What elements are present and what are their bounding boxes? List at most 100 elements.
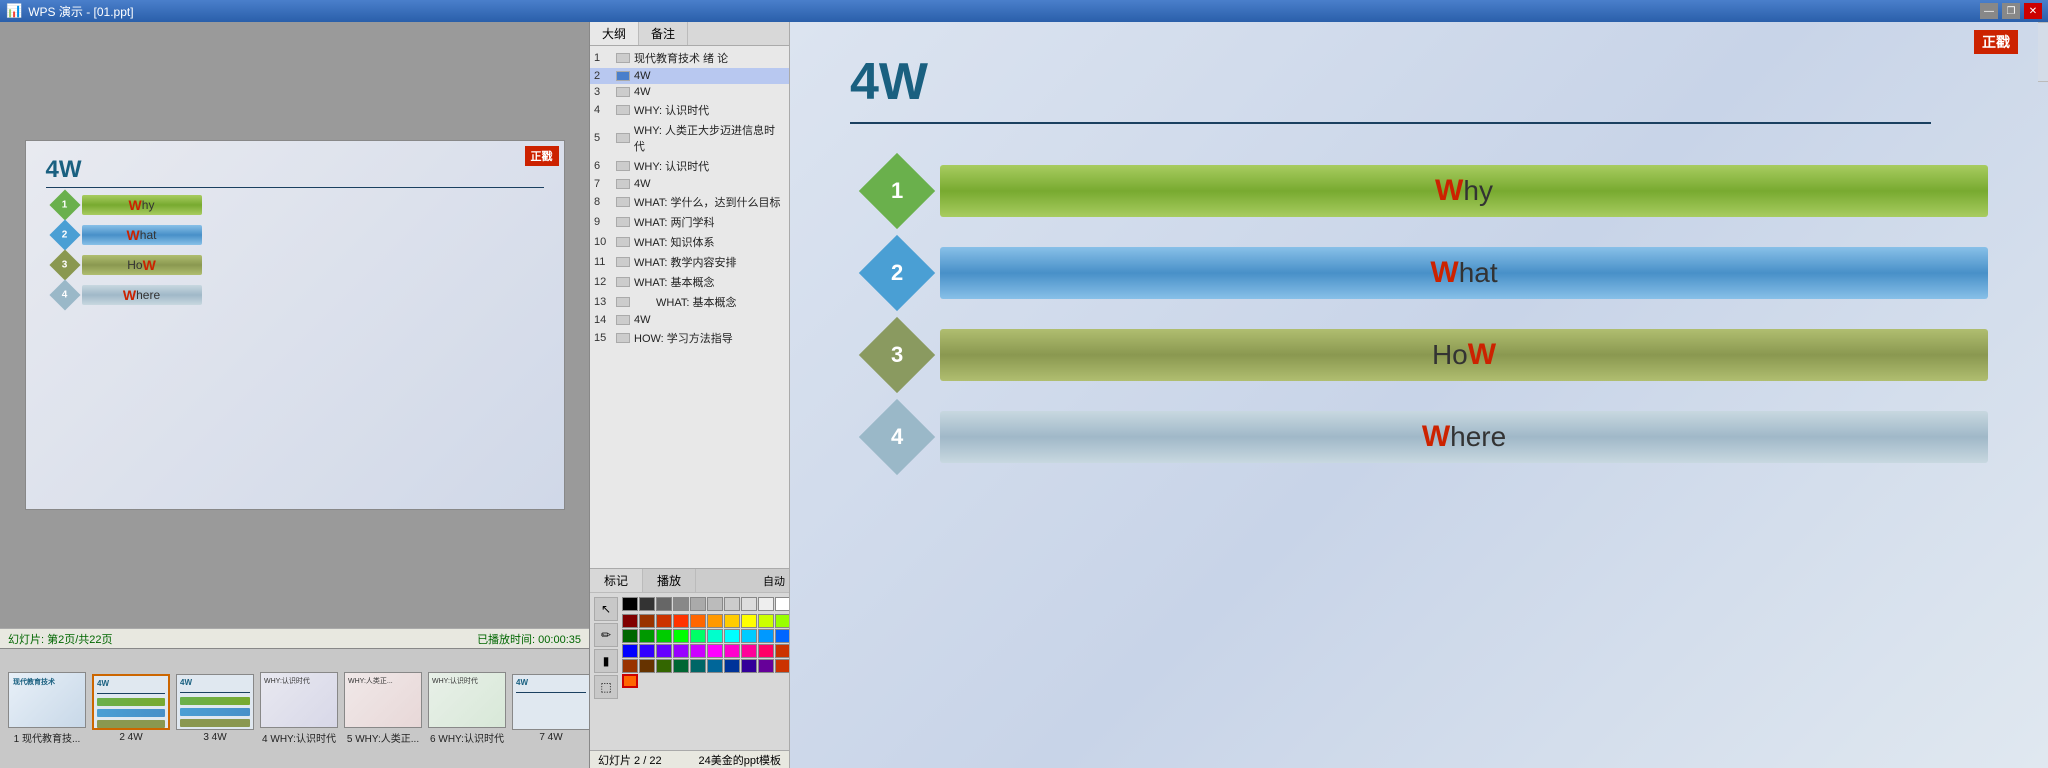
bar-where: Where xyxy=(940,411,1988,463)
preview-bar-1: Why xyxy=(82,195,202,215)
color-silver[interactable] xyxy=(724,597,740,611)
preview-item-1: 1 Why xyxy=(54,194,544,216)
tab-outline[interactable]: 大纲 xyxy=(590,22,639,45)
main-area: 正戳 4W 1 Why xyxy=(0,22,2048,768)
outline-icon-7 xyxy=(616,179,630,189)
outline-item-10[interactable]: 10 WHAT: 知识体系 xyxy=(590,232,789,252)
outline-item-2[interactable]: 2 4W xyxy=(590,68,789,84)
color-medgray[interactable] xyxy=(673,597,689,611)
left-panel: 正戳 4W 1 Why xyxy=(0,22,590,768)
slide-preview-content: 4W 1 Why xyxy=(26,141,564,321)
slide-items: 1 Why 2 What xyxy=(850,164,1988,464)
preview-item-4: 4 Where xyxy=(54,284,544,306)
bottom-status: 幻灯片 2 / 22 24美金的ppt模板 xyxy=(590,750,789,768)
outline-item-8[interactable]: 8 WHAT: 学什么，达到什么目标 xyxy=(590,192,789,212)
thumb-item-2[interactable]: 4W 2 4W xyxy=(92,674,170,743)
restore-button[interactable]: ❐ xyxy=(2002,3,2020,19)
pointer-tool[interactable]: ↖ xyxy=(594,597,618,621)
thumb-1[interactable]: 现代教育技术 xyxy=(8,672,86,728)
thumb-item-3[interactable]: 4W 3 4W xyxy=(176,674,254,743)
bar-how: HoW xyxy=(940,329,1988,381)
thumbnail-strip: 现代教育技术 1 现代教育技... 4W 2 4W xyxy=(0,648,589,768)
color-white[interactable] xyxy=(775,597,789,611)
preview-title: 4W xyxy=(46,156,544,184)
title-bar: 📊 WPS 演示 - [01.ppt] — ❐ ✕ xyxy=(0,0,2048,22)
outline-icon-11 xyxy=(616,257,630,267)
outline-icon-5 xyxy=(616,133,630,143)
thumb-item-7[interactable]: 4W 7 4W xyxy=(512,674,589,743)
color-ltgray[interactable] xyxy=(690,597,706,611)
color-black[interactable] xyxy=(622,597,638,611)
auto-label: 自动 xyxy=(696,569,789,592)
minimize-button[interactable]: — xyxy=(1980,3,1998,19)
pen-tool[interactable]: ✏ xyxy=(594,623,618,647)
wps-logo-small: 正戳 xyxy=(525,146,559,166)
slide-info: 幻灯片: 第2页/共22页 xyxy=(8,631,113,647)
outline-item-6[interactable]: 6 WHY: 认识时代 xyxy=(590,156,789,176)
eraser-tool[interactable]: ⬚ xyxy=(594,675,618,699)
thumb-7[interactable]: 4W xyxy=(512,674,589,730)
thumb-item-5[interactable]: WHY:人类正... 5 WHY:人类正... xyxy=(344,672,422,745)
outline-icon-15 xyxy=(616,333,630,343)
outline-item-15[interactable]: 15 HOW: 学习方法指导 xyxy=(590,328,789,348)
color-lighter[interactable] xyxy=(707,597,723,611)
annotation-content: ↖ ✏ ▮ ⬚ xyxy=(590,593,789,750)
preview-diamond-1: 1 xyxy=(49,189,80,220)
tab-annotate[interactable]: 标记 xyxy=(590,569,643,592)
color-row-1 xyxy=(622,597,789,611)
bar-what: What xyxy=(940,247,1988,299)
title-bar-left: 📊 WPS 演示 - [01.ppt] xyxy=(6,3,134,20)
color-gray[interactable] xyxy=(656,597,672,611)
thumb-label-6: 6 WHY:认识时代 xyxy=(430,730,504,745)
thumb-item-1[interactable]: 现代教育技术 1 现代教育技... xyxy=(8,672,86,745)
slide-preview[interactable]: 正戳 4W 1 Why xyxy=(25,140,565,510)
color-rows xyxy=(622,614,789,688)
preview-diamond-4: 4 xyxy=(49,279,80,310)
thumb-label-5: 5 WHY:人类正... xyxy=(347,730,419,745)
outline-item-4[interactable]: 4 WHY: 认识时代 xyxy=(590,100,789,120)
center-panel: 正戳 4W 1 Why xyxy=(790,22,2048,768)
outline-list: 1 现代教育技术 绪 论 2 4W 3 4W 4 WHY: 认识时代 5 xyxy=(590,46,789,568)
label-where: Where xyxy=(1422,420,1506,454)
outline-icon-2 xyxy=(616,71,630,81)
label-how: HoW xyxy=(1432,338,1496,372)
outline-item-13[interactable]: 13 WHAT: 基本概念 xyxy=(590,292,789,312)
large-slide-divider xyxy=(850,122,1931,124)
outline-item-12[interactable]: 12 WHAT: 基本概念 xyxy=(590,272,789,292)
outline-item-14[interactable]: 14 4W xyxy=(590,312,789,328)
color-darkgray[interactable] xyxy=(639,597,655,611)
window-controls: — ❐ ✕ xyxy=(1980,3,2042,19)
window-title: WPS 演示 - [01.ppt] xyxy=(28,3,133,20)
large-slide-title: 4W xyxy=(850,52,1988,112)
left-status: 幻灯片: 第2页/共22页 已播放时间: 00:00:35 xyxy=(0,628,589,648)
thumb-2[interactable]: 4W xyxy=(92,674,170,730)
outline-item-5[interactable]: 5 WHY: 人类正大步迈进信息时代 xyxy=(590,120,789,156)
thumb-item-4[interactable]: WHY:认识时代 4 WHY:认识时代 xyxy=(260,672,338,745)
outline-item-3[interactable]: 3 4W xyxy=(590,84,789,100)
play-time: 已播放时间: 00:00:35 xyxy=(477,631,581,647)
outline-item-11[interactable]: 11 WHAT: 教学内容安排 xyxy=(590,252,789,272)
color-nearwhite[interactable] xyxy=(741,597,757,611)
thumb-label-4: 4 WHY:认识时代 xyxy=(262,730,336,745)
item-row-2: 2 What xyxy=(870,246,1988,300)
color-offwhite[interactable] xyxy=(758,597,774,611)
item-row-1: 1 Why xyxy=(870,164,1988,218)
thumb-5[interactable]: WHY:人类正... xyxy=(344,672,422,728)
outline-item-9[interactable]: 9 WHAT: 两门学科 xyxy=(590,212,789,232)
preview-bar-2: What xyxy=(82,225,202,245)
thumb-3[interactable]: 4W xyxy=(176,674,254,730)
outline-icon-1 xyxy=(616,53,630,63)
outline-item-7[interactable]: 7 4W xyxy=(590,176,789,192)
slide-preview-area: 正戳 4W 1 Why xyxy=(0,22,589,628)
highlighter-tool[interactable]: ▮ xyxy=(594,649,618,673)
preview-bar-3: HoW xyxy=(82,255,202,275)
thumb-6[interactable]: WHY:认识时代 xyxy=(428,672,506,728)
close-button[interactable]: ✕ xyxy=(2024,3,2042,19)
tab-notes[interactable]: 备注 xyxy=(639,22,688,45)
label-why: Why xyxy=(1435,174,1493,208)
outline-item-1[interactable]: 1 现代教育技术 绪 论 xyxy=(590,48,789,68)
thumb-item-6[interactable]: WHY:认识时代 6 WHY:认识时代 xyxy=(428,672,506,745)
tab-play[interactable]: 播放 xyxy=(643,569,696,592)
thumb-4[interactable]: WHY:认识时代 xyxy=(260,672,338,728)
preview-divider xyxy=(46,187,544,188)
